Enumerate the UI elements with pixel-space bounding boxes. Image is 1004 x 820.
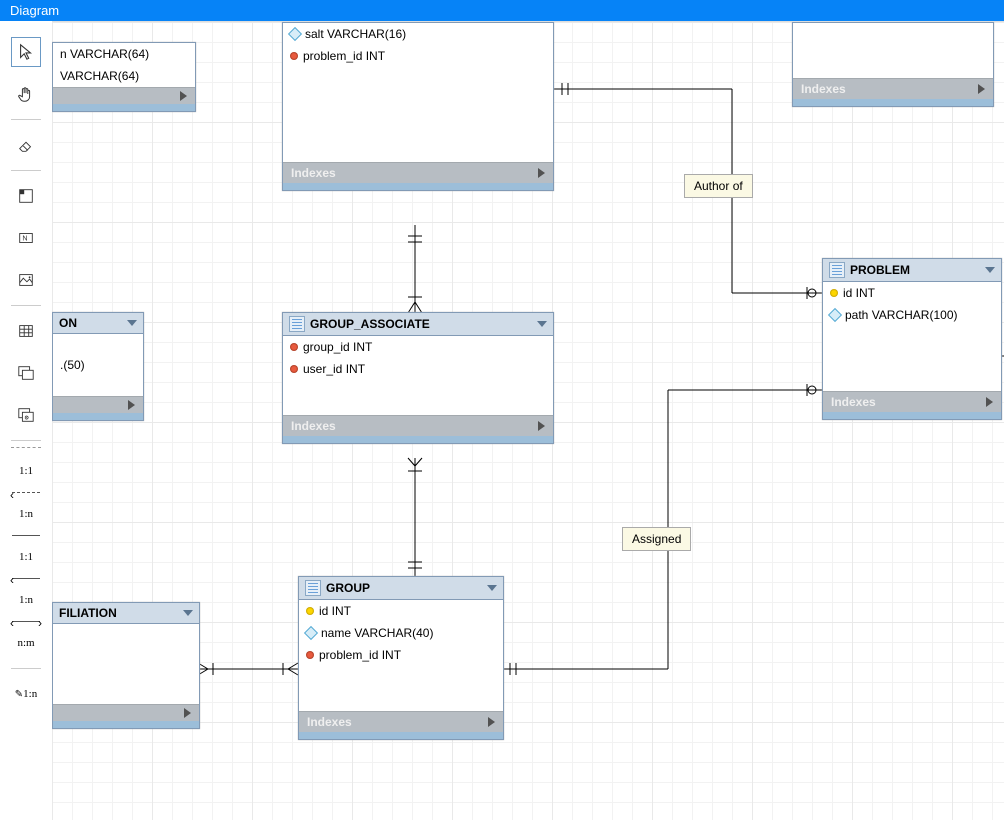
table-problem[interactable]: PROBLEM id INT path VARCHAR(100) Indexes bbox=[822, 258, 1002, 420]
hand-tool[interactable] bbox=[11, 79, 41, 109]
table-header[interactable]: GROUP_ASSOCIATE bbox=[283, 313, 553, 336]
rel-1-1[interactable]: 1:1 bbox=[11, 542, 41, 572]
chevron-down-icon[interactable] bbox=[985, 267, 995, 273]
table-filiation-partial[interactable]: FILIATION bbox=[52, 602, 200, 729]
expand-icon bbox=[128, 400, 135, 410]
indexes-bar[interactable]: Indexes bbox=[283, 162, 553, 183]
expand-icon bbox=[538, 168, 545, 178]
chevron-down-icon[interactable] bbox=[487, 585, 497, 591]
fk-icon bbox=[290, 52, 298, 60]
table-icon bbox=[305, 580, 321, 596]
chevron-down-icon[interactable] bbox=[183, 610, 193, 616]
indexes-bar[interactable] bbox=[53, 396, 143, 413]
table-icon bbox=[289, 316, 305, 332]
table-header[interactable]: GROUP bbox=[299, 577, 503, 600]
rel-edit-1-n[interactable]: ✎1:n bbox=[11, 679, 41, 709]
assigned-label[interactable]: Assigned bbox=[622, 527, 691, 551]
table-partial-topleft[interactable]: n VARCHAR(64) VARCHAR(64) bbox=[52, 42, 196, 112]
fk-icon bbox=[290, 343, 298, 351]
layer-tool[interactable] bbox=[11, 181, 41, 211]
chevron-down-icon[interactable] bbox=[537, 321, 547, 327]
pk-icon bbox=[830, 289, 838, 297]
pointer-tool[interactable] bbox=[11, 37, 41, 67]
diamond-icon bbox=[304, 626, 318, 640]
indexes-bar[interactable] bbox=[53, 87, 195, 104]
table-header[interactable]: PROBLEM bbox=[823, 259, 1001, 282]
rel-1-1-dash[interactable]: 1:1 bbox=[11, 456, 41, 486]
expand-icon bbox=[978, 84, 985, 94]
chevron-down-icon[interactable] bbox=[127, 320, 137, 326]
author-of-label[interactable]: Author of bbox=[684, 174, 753, 198]
table-group-associate[interactable]: GROUP_ASSOCIATE group_id INT user_id INT… bbox=[282, 312, 554, 444]
diamond-icon bbox=[828, 308, 842, 322]
indexes-bar[interactable] bbox=[53, 704, 199, 721]
table-icon bbox=[829, 262, 845, 278]
expand-icon bbox=[488, 717, 495, 727]
note-tool[interactable]: N bbox=[11, 223, 41, 253]
pk-icon bbox=[306, 607, 314, 615]
image-tool[interactable] bbox=[11, 265, 41, 295]
table-user-partial[interactable]: salt VARCHAR(16) problem_id INT Indexes bbox=[282, 22, 554, 191]
expand-icon bbox=[986, 397, 993, 407]
rel-1-n-dash[interactable]: 1:n bbox=[11, 499, 41, 529]
table-header[interactable]: FILIATION bbox=[53, 603, 199, 624]
fk-icon bbox=[290, 365, 298, 373]
canvas[interactable]: Author of Assigned n VARCHAR(64) VARCHAR… bbox=[52, 21, 1004, 820]
routine-tool[interactable]: ⚙ bbox=[11, 400, 41, 430]
table-on-partial[interactable]: ON .(50) bbox=[52, 312, 144, 421]
table-partial-topright[interactable]: Indexes bbox=[792, 22, 994, 107]
expand-icon bbox=[538, 421, 545, 431]
fk-icon bbox=[306, 651, 314, 659]
expand-icon bbox=[180, 91, 187, 101]
indexes-bar[interactable]: Indexes bbox=[793, 78, 993, 99]
table-header[interactable]: ON bbox=[53, 313, 143, 334]
header: Diagram bbox=[0, 0, 1004, 21]
table-group[interactable]: GROUP id INT name VARCHAR(40) problem_id… bbox=[298, 576, 504, 740]
indexes-bar[interactable]: Indexes bbox=[283, 415, 553, 436]
toolbar: N ⚙ 1:1 ‹ 1:n 1:1 ‹ 1:n ‹› n:m ✎1:n bbox=[0, 21, 52, 820]
rel-n-m[interactable]: n:m bbox=[11, 628, 41, 658]
eraser-tool[interactable] bbox=[11, 130, 41, 160]
indexes-bar[interactable]: Indexes bbox=[823, 391, 1001, 412]
indexes-bar[interactable]: Indexes bbox=[299, 711, 503, 732]
table-tool[interactable] bbox=[11, 316, 41, 346]
view-tool[interactable] bbox=[11, 358, 41, 388]
svg-text:N: N bbox=[22, 234, 27, 243]
rel-1-n[interactable]: 1:n bbox=[11, 585, 41, 615]
svg-text:⚙: ⚙ bbox=[24, 416, 29, 422]
diamond-icon bbox=[288, 27, 302, 41]
expand-icon bbox=[184, 708, 191, 718]
